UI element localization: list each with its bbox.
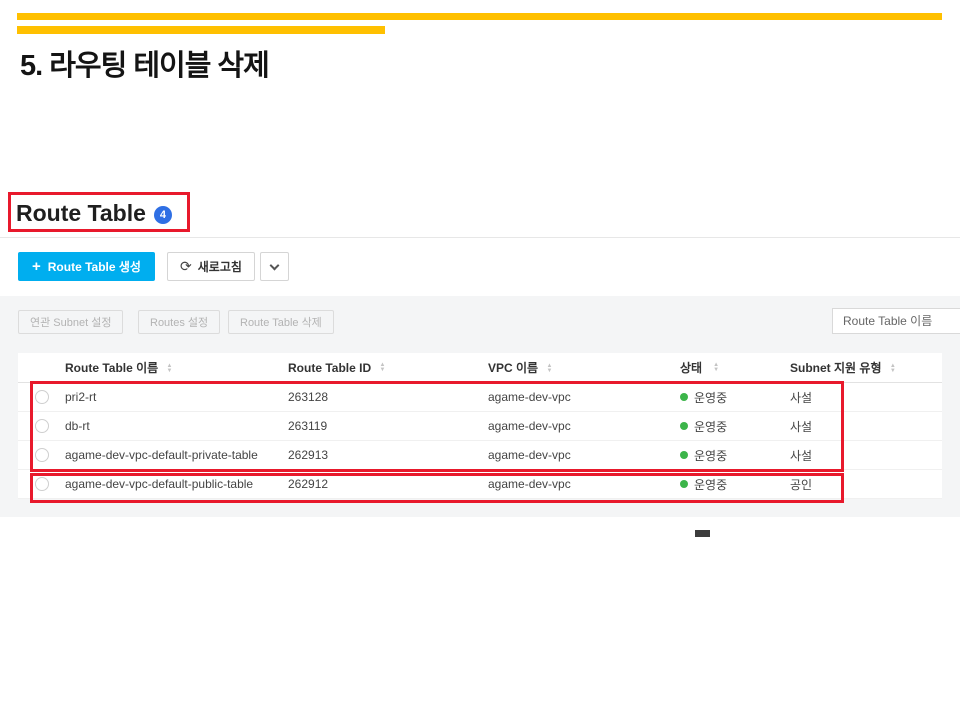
cell-status: 운영중	[680, 418, 790, 435]
cell-id: 262912	[288, 477, 488, 491]
cell-vpc: agame-dev-vpc	[488, 448, 680, 462]
delete-route-table-button[interactable]: Route Table 삭제	[228, 310, 334, 334]
cell-name: pri2-rt	[65, 390, 288, 404]
cell-name: agame-dev-vpc-default-public-table	[65, 477, 288, 491]
refresh-icon: ⟳	[180, 258, 192, 275]
status-dot-icon	[680, 480, 688, 488]
cell-subnet-type: 사설	[790, 418, 942, 435]
cell-id: 262913	[288, 448, 488, 462]
status-dot-icon	[680, 451, 688, 459]
row-checkbox[interactable]	[35, 390, 49, 404]
cell-status: 운영중	[680, 447, 790, 464]
table-header-row: Route Table 이름 ▲▼ Route Table ID ▲▼ VPC …	[18, 353, 942, 383]
top-accent-bar	[17, 13, 942, 20]
row-checkbox[interactable]	[35, 419, 49, 433]
sort-icon[interactable]: ▲▼	[167, 364, 173, 374]
more-actions-dropdown-button[interactable]	[260, 252, 289, 281]
route-table-list: Route Table 이름 ▲▼ Route Table ID ▲▼ VPC …	[18, 353, 942, 499]
cell-id: 263119	[288, 419, 488, 433]
create-button-label: Route Table 생성	[48, 258, 141, 275]
status-dot-icon	[680, 422, 688, 430]
column-header-status[interactable]: 상태 ▲▼	[680, 359, 790, 376]
refresh-button[interactable]: ⟳ 새로고침	[167, 252, 255, 281]
status-text: 운영중	[694, 389, 727, 406]
create-route-table-button[interactable]: + Route Table 생성	[18, 252, 155, 281]
sort-icon[interactable]: ▲▼	[713, 363, 719, 373]
cell-status: 운영중	[680, 389, 790, 406]
cell-vpc: agame-dev-vpc	[488, 477, 680, 491]
refresh-button-label: 새로고침	[198, 258, 242, 275]
status-dot-icon	[680, 393, 688, 401]
column-header-vpc[interactable]: VPC 이름 ▲▼	[488, 359, 680, 376]
page-title-text: Route Table	[16, 200, 146, 227]
cell-subnet-type: 공인	[790, 476, 942, 493]
pagination-cropped-mark	[695, 530, 710, 537]
page-title: Route Table 4	[16, 200, 172, 227]
slide-title: 5. 라우팅 테이블 삭제	[20, 42, 269, 84]
plus-icon: +	[32, 258, 41, 275]
status-text: 운영중	[694, 418, 727, 435]
column-header-id[interactable]: Route Table ID ▲▼	[288, 361, 488, 375]
cell-subnet-type: 사설	[790, 389, 942, 406]
sort-icon[interactable]: ▲▼	[890, 364, 896, 374]
header-divider	[0, 237, 960, 238]
cell-vpc: agame-dev-vpc	[488, 390, 680, 404]
chevron-down-icon	[270, 260, 280, 270]
status-text: 운영중	[694, 476, 727, 493]
sort-icon[interactable]: ▲▼	[379, 363, 385, 373]
search-input[interactable]	[832, 308, 960, 334]
table-row[interactable]: pri2-rt 263128 agame-dev-vpc 운영중 사설	[18, 383, 942, 412]
cell-vpc: agame-dev-vpc	[488, 419, 680, 433]
sort-icon[interactable]: ▲▼	[546, 364, 552, 374]
slide: 5. 라우팅 테이블 삭제 Route Table 4 + Route Tabl…	[0, 0, 960, 720]
column-header-name[interactable]: Route Table 이름 ▲▼	[65, 359, 288, 376]
cell-status: 운영중	[680, 476, 790, 493]
row-checkbox[interactable]	[35, 448, 49, 462]
list-panel: 연관 Subnet 설정 Routes 설정 Route Table 삭제 Ro…	[0, 296, 960, 517]
table-row[interactable]: agame-dev-vpc-default-private-table 2629…	[18, 441, 942, 470]
routes-settings-button[interactable]: Routes 설정	[138, 310, 220, 334]
table-row[interactable]: agame-dev-vpc-default-public-table 26291…	[18, 470, 942, 499]
cell-id: 263128	[288, 390, 488, 404]
table-row[interactable]: db-rt 263119 agame-dev-vpc 운영중 사설	[18, 412, 942, 441]
associate-subnet-button[interactable]: 연관 Subnet 설정	[18, 310, 123, 334]
cell-subnet-type: 사설	[790, 447, 942, 464]
column-header-subnet-type[interactable]: Subnet 지원 유형 ▲▼	[790, 359, 942, 376]
cell-name: agame-dev-vpc-default-private-table	[65, 448, 288, 462]
status-text: 운영중	[694, 447, 727, 464]
row-checkbox[interactable]	[35, 477, 49, 491]
cell-name: db-rt	[65, 419, 288, 433]
count-badge: 4	[154, 206, 172, 224]
sub-accent-bar	[17, 26, 385, 34]
